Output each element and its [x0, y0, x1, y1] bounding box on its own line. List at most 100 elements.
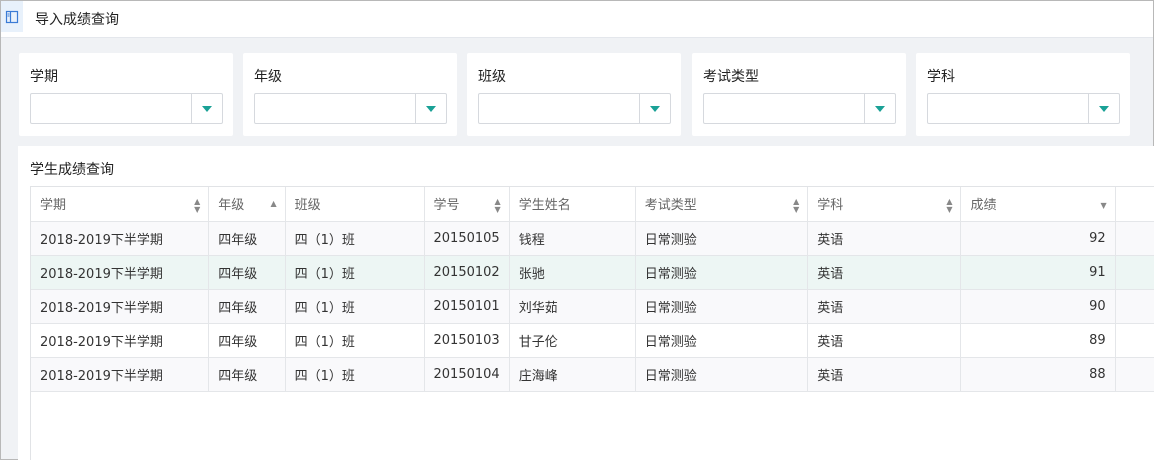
- table-row[interactable]: 2018-2019下半学期 四年级 四（1）班 20150105 钱程 日常测验…: [31, 221, 1154, 256]
- sort-desc-icon[interactable]: ▼: [1101, 202, 1107, 210]
- sort-both-icon[interactable]: ▲ ▼: [793, 198, 799, 214]
- filter-label: 班级: [478, 69, 506, 85]
- cell-subject: 英语: [807, 221, 962, 256]
- table-row[interactable]: 2018-2019下半学期 四年级 四（1）班 20150101 刘华茹 日常测…: [31, 289, 1154, 324]
- cell-student-name: 钱程: [509, 221, 636, 256]
- sidebar-toggle-icon[interactable]: [1, 1, 23, 32]
- cell-exam-type: 日常测验: [635, 221, 809, 256]
- column-header-subject[interactable]: 学科 ▲ ▼: [807, 187, 962, 222]
- cell-subject: 英语: [807, 289, 962, 324]
- cell-exam-type: 日常测验: [635, 357, 809, 392]
- cell-grade: 四年级: [208, 289, 286, 324]
- table-header-row: 学期 ▲ ▼ 年级 ▲ 班级 学号 ▲ ▼ 学生姓名 考试类型 ▲ ▼ 学科 ▲ ▼ 成绩 ▼: [31, 187, 1154, 222]
- column-header-grade[interactable]: 年级 ▲: [208, 187, 286, 222]
- semester-select[interactable]: [30, 93, 223, 124]
- cell-class: 四（1）班: [285, 289, 425, 324]
- column-header-label: 学期: [40, 198, 67, 214]
- table-row[interactable]: 2018-2019下半学期 四年级 四（1）班 20150103 甘子伦 日常测…: [31, 323, 1154, 358]
- filter-label: 年级: [254, 69, 282, 85]
- column-header-label: 考试类型: [644, 198, 697, 214]
- cell-class: 四（1）班: [285, 221, 425, 256]
- column-header-student-id[interactable]: 学号 ▲ ▼: [424, 187, 510, 222]
- cell-subject: 英语: [807, 357, 962, 392]
- column-header-label: 班级: [294, 198, 321, 214]
- dropdown-arrow-icon[interactable]: [415, 94, 446, 123]
- cell-filler: [1115, 255, 1154, 290]
- cell-grade: 四年级: [208, 255, 286, 290]
- column-header-filler: [1115, 187, 1154, 222]
- filter-label: 学期: [30, 69, 58, 85]
- column-header-class[interactable]: 班级: [285, 187, 425, 222]
- grade-select-value[interactable]: [255, 94, 415, 123]
- cell-semester: 2018-2019下半学期: [31, 221, 210, 256]
- column-header-label: 学科: [817, 198, 844, 214]
- cell-student-id: 20150103: [424, 323, 510, 358]
- subject-select[interactable]: [927, 93, 1120, 124]
- cell-class: 四（1）班: [285, 323, 425, 358]
- cell-semester: 2018-2019下半学期: [31, 323, 210, 358]
- cell-score: 92: [960, 221, 1116, 256]
- exam-type-select-value[interactable]: [704, 94, 864, 123]
- cell-student-id: 20150101: [424, 289, 510, 324]
- sort-both-icon[interactable]: ▲ ▼: [946, 198, 952, 214]
- results-title: 学生成绩查询: [30, 162, 114, 178]
- results-panel: 学生成绩查询 学期 ▲ ▼ 年级 ▲ 班级 学号 ▲ ▼ 学生姓名 考试类型 ▲ ▼ 学科 ▲ ▼…: [18, 146, 1154, 460]
- filter-subject: 学科: [916, 53, 1130, 136]
- top-bar: 导入成绩查询: [1, 1, 1153, 38]
- cell-semester: 2018-2019下半学期: [31, 289, 210, 324]
- column-header-exam-type[interactable]: 考试类型 ▲ ▼: [635, 187, 809, 222]
- cell-student-id: 20150104: [424, 357, 510, 392]
- page-title: 导入成绩查询: [35, 12, 119, 28]
- results-table: 学期 ▲ ▼ 年级 ▲ 班级 学号 ▲ ▼ 学生姓名 考试类型 ▲ ▼ 学科 ▲ ▼ 成绩 ▼ 20…: [31, 187, 1154, 392]
- sort-both-icon[interactable]: ▲ ▼: [194, 198, 200, 214]
- cell-grade: 四年级: [208, 221, 286, 256]
- cell-student-name: 张驰: [509, 255, 636, 290]
- table-row-selected[interactable]: 2018-2019下半学期 四年级 四（1）班 20150102 张驰 日常测验…: [31, 255, 1154, 290]
- cell-exam-type: 日常测验: [635, 289, 809, 324]
- column-header-score[interactable]: 成绩 ▼: [960, 187, 1116, 222]
- class-select-value[interactable]: [479, 94, 639, 123]
- column-header-semester[interactable]: 学期 ▲ ▼: [31, 187, 210, 222]
- dropdown-arrow-icon[interactable]: [1088, 94, 1119, 123]
- cell-grade: 四年级: [208, 323, 286, 358]
- cell-semester: 2018-2019下半学期: [31, 357, 210, 392]
- cell-filler: [1115, 289, 1154, 324]
- cell-student-id: 20150105: [424, 221, 510, 256]
- cell-score: 88: [960, 357, 1116, 392]
- dropdown-arrow-icon[interactable]: [191, 94, 222, 123]
- results-grid: 学期 ▲ ▼ 年级 ▲ 班级 学号 ▲ ▼ 学生姓名 考试类型 ▲ ▼ 学科 ▲ ▼ 成绩 ▼ 20…: [30, 186, 1154, 460]
- cell-class: 四（1）班: [285, 255, 425, 290]
- filter-semester: 学期: [19, 53, 233, 136]
- cell-subject: 英语: [807, 323, 962, 358]
- cell-filler: [1115, 357, 1154, 392]
- cell-student-id: 20150102: [424, 255, 510, 290]
- cell-filler: [1115, 323, 1154, 358]
- filter-label: 学科: [927, 69, 955, 85]
- column-header-label: 成绩: [970, 198, 997, 214]
- filter-exam-type: 考试类型: [692, 53, 906, 136]
- grade-select[interactable]: [254, 93, 447, 124]
- cell-filler: [1115, 221, 1154, 256]
- dropdown-arrow-icon[interactable]: [639, 94, 670, 123]
- filter-label: 考试类型: [703, 69, 759, 85]
- filter-class: 班级: [467, 53, 681, 136]
- cell-student-name: 刘华茹: [509, 289, 636, 324]
- class-select[interactable]: [478, 93, 671, 124]
- cell-student-name: 庄海峰: [509, 357, 636, 392]
- cell-grade: 四年级: [208, 357, 286, 392]
- table-row[interactable]: 2018-2019下半学期 四年级 四（1）班 20150104 庄海峰 日常测…: [31, 357, 1154, 392]
- column-header-label: 学号: [433, 198, 460, 214]
- sort-asc-icon[interactable]: ▲: [270, 200, 276, 208]
- sort-both-icon[interactable]: ▲ ▼: [495, 198, 501, 214]
- exam-type-select[interactable]: [703, 93, 896, 124]
- column-header-student-name[interactable]: 学生姓名: [509, 187, 636, 222]
- semester-select-value[interactable]: [31, 94, 191, 123]
- filter-grade: 年级: [243, 53, 457, 136]
- cell-exam-type: 日常测验: [635, 255, 809, 290]
- cell-semester: 2018-2019下半学期: [31, 255, 210, 290]
- cell-score: 89: [960, 323, 1116, 358]
- subject-select-value[interactable]: [928, 94, 1088, 123]
- dropdown-arrow-icon[interactable]: [864, 94, 895, 123]
- cell-exam-type: 日常测验: [635, 323, 809, 358]
- column-header-label: 年级: [218, 198, 245, 214]
